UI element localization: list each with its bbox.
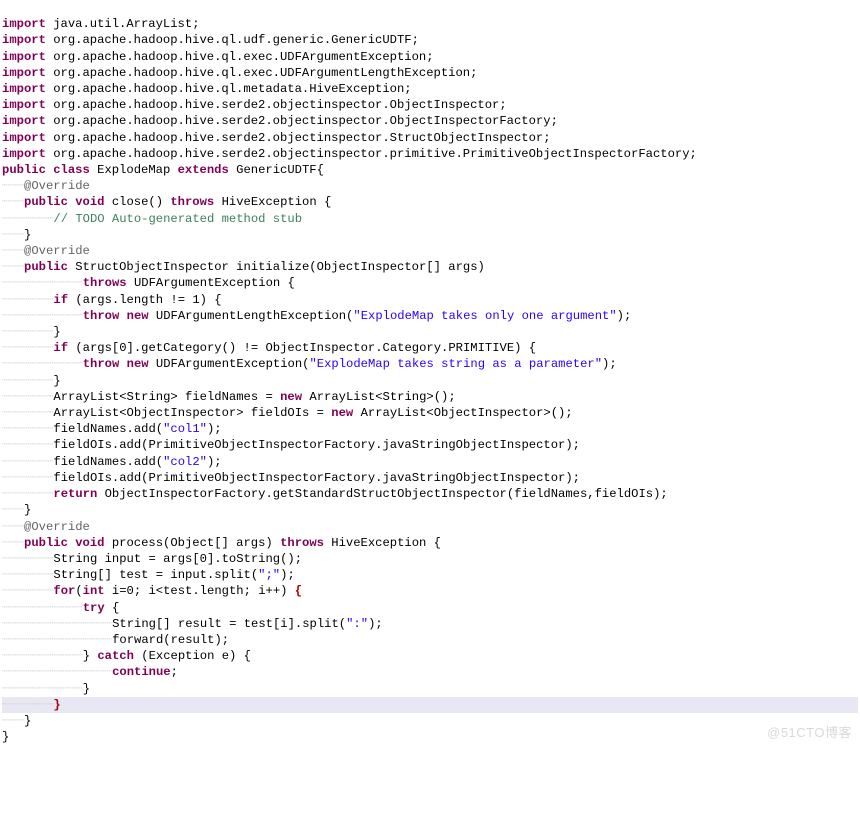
line: ┈┈┈┈┈┈┈if (args[0].getCategory() != Obje…: [2, 341, 536, 355]
line: }: [2, 730, 9, 744]
line: import org.apache.hadoop.hive.ql.udf.gen…: [2, 33, 419, 47]
line: ┈┈┈┈┈┈┈┈┈┈┈} catch (Exception e) {: [2, 649, 251, 663]
line: ┈┈┈public void process(Object[] args) th…: [2, 536, 441, 550]
line: import org.apache.hadoop.hive.ql.metadat…: [2, 82, 412, 96]
line: import java.util.ArrayList;: [2, 17, 200, 31]
line: ┈┈┈@Override: [2, 520, 90, 534]
line: ┈┈┈┈┈┈┈┈┈┈┈}: [2, 682, 90, 696]
code-block: import java.util.ArrayList; import org.a…: [0, 0, 860, 745]
line: ┈┈┈┈┈┈┈┈┈┈┈┈┈┈┈String[] result = test[i]…: [2, 617, 383, 631]
line: import org.apache.hadoop.hive.ql.exec.UD…: [2, 66, 477, 80]
line: ┈┈┈┈┈┈┈┈┈┈┈┈┈┈┈forward(result);: [2, 633, 229, 647]
line: ┈┈┈┈┈┈┈String[] test = input.split(";");: [2, 568, 295, 582]
line: ┈┈┈┈┈┈┈fieldNames.add("col2");: [2, 455, 222, 469]
line: ┈┈┈┈┈┈┈┈┈┈┈throws UDFArgumentException {: [2, 276, 295, 290]
line: ┈┈┈┈┈┈┈ArrayList<ObjectInspector> fieldO…: [2, 406, 573, 420]
line: ┈┈┈┈┈┈┈fieldOIs.add(PrimitiveObjectInspe…: [2, 471, 580, 485]
line: ┈┈┈┈┈┈┈}: [2, 374, 61, 388]
line: import org.apache.hadoop.hive.serde2.obj…: [2, 114, 558, 128]
highlighted-line: ┈┈┈┈┈┈┈}: [2, 697, 858, 713]
line: ┈┈┈}: [2, 228, 31, 242]
line: ┈┈┈┈┈┈┈┈┈┈┈throw new UDFArgumentLengthEx…: [2, 309, 631, 323]
line: public class ExplodeMap extends GenericU…: [2, 163, 324, 177]
line: import org.apache.hadoop.hive.ql.exec.UD…: [2, 50, 434, 64]
watermark: @51CTO博客: [767, 725, 852, 741]
line: ┈┈┈@Override: [2, 244, 90, 258]
line: ┈┈┈┈┈┈┈if (args.length != 1) {: [2, 293, 222, 307]
line: ┈┈┈public StructObjectInspector initiali…: [2, 260, 485, 274]
line: ┈┈┈}: [2, 503, 31, 517]
line: ┈┈┈┈┈┈┈}: [2, 325, 61, 339]
line: ┈┈┈┈┈┈┈fieldNames.add("col1");: [2, 422, 222, 436]
line: ┈┈┈public void close() throws HiveExcept…: [2, 195, 331, 209]
line: import org.apache.hadoop.hive.serde2.obj…: [2, 98, 507, 112]
line: ┈┈┈┈┈┈┈fieldOIs.add(PrimitiveObjectInspe…: [2, 438, 580, 452]
line: ┈┈┈┈┈┈┈// TODO Auto-generated method stu…: [2, 212, 302, 226]
line: ┈┈┈┈┈┈┈┈┈┈┈throw new UDFArgumentExceptio…: [2, 357, 617, 371]
line: ┈┈┈}: [2, 714, 31, 728]
line: ┈┈┈┈┈┈┈return ObjectInspectorFactory.get…: [2, 487, 668, 501]
line: ┈┈┈@Override: [2, 179, 90, 193]
line: ┈┈┈┈┈┈┈String input = args[0].toString()…: [2, 552, 302, 566]
line: import org.apache.hadoop.hive.serde2.obj…: [2, 131, 551, 145]
line: import org.apache.hadoop.hive.serde2.obj…: [2, 147, 697, 161]
line: ┈┈┈┈┈┈┈┈┈┈┈try {: [2, 601, 119, 615]
line: ┈┈┈┈┈┈┈for(int i=0; i<test.length; i++) …: [2, 584, 302, 598]
line: ┈┈┈┈┈┈┈┈┈┈┈┈┈┈┈continue;: [2, 665, 178, 679]
line: ┈┈┈┈┈┈┈ArrayList<String> fieldNames = ne…: [2, 390, 456, 404]
